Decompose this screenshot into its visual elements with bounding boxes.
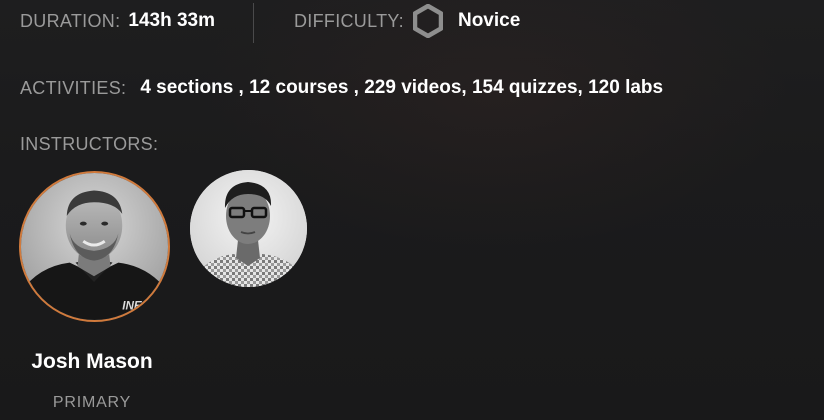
difficulty-value: Novice [457,10,521,31]
instructors-label: INSTRUCTORS: [20,134,159,154]
duration-label: DURATION: [20,10,121,31]
shirt-logo: INE [122,299,143,312]
meta-divider [253,3,254,43]
duration-info: DURATION: 143h 33m [20,10,215,32]
activities-info: ACTIVITIES: 4 sections , 12 courses , 22… [20,75,663,101]
course-meta-row: DURATION: 143h 33m DIFFICULTY: Novice [20,3,521,43]
instructor-role-badge: PRIMARY [52,394,132,411]
activities-label: ACTIVITIES: [20,77,127,98]
difficulty-label: DIFFICULTY: [294,10,404,31]
instructor-avatar-2[interactable] [190,170,307,287]
instructor-name[interactable]: Josh Mason [0,350,184,374]
avatar-photo [190,170,307,287]
instructor-avatar-josh-mason[interactable]: INE [19,171,170,322]
activities-value: 4 sections , 12 courses , 229 videos, 15… [140,77,664,98]
avatar-photo: INE [21,173,168,320]
duration-value: 143h 33m [128,10,215,31]
hexagon-icon [412,3,444,39]
difficulty-info: DIFFICULTY: Novice [294,3,521,39]
